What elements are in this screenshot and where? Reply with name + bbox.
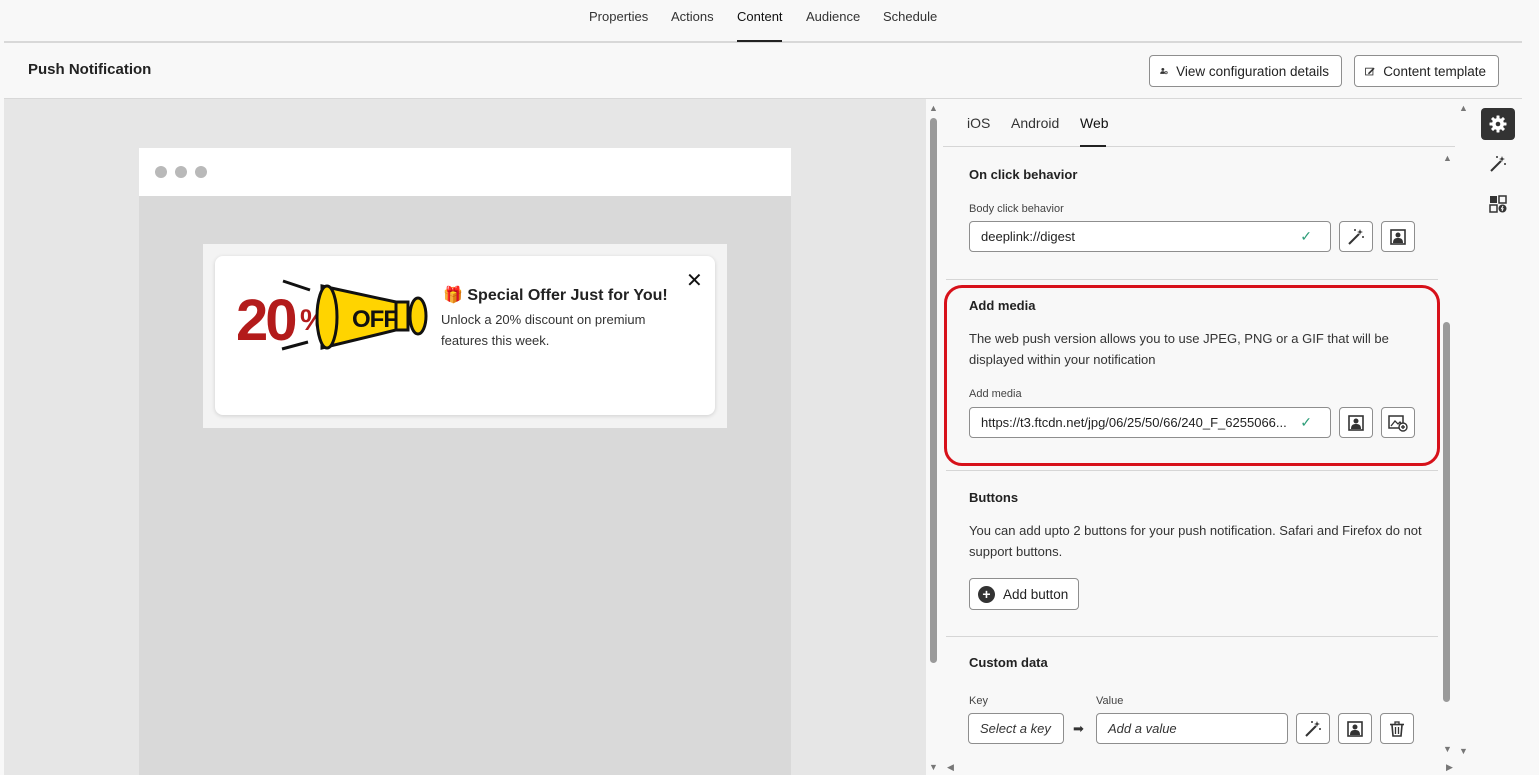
delete-row-button[interactable] xyxy=(1380,713,1414,744)
tab-actions[interactable]: Actions xyxy=(671,9,714,24)
valid-check-icon: ✓ xyxy=(1300,228,1312,244)
preview-scrollbar-thumb[interactable] xyxy=(930,118,937,663)
browser-mockup xyxy=(139,148,791,775)
content-template-button[interactable]: Content template xyxy=(1354,55,1499,87)
edit-template-icon xyxy=(1365,67,1375,76)
fragments-icon xyxy=(1489,195,1507,213)
arrow-right-icon: ➡ xyxy=(1073,721,1084,736)
window-dot-icon xyxy=(155,166,167,178)
scroll-left-icon[interactable]: ◀ xyxy=(947,762,954,773)
scroll-up-icon[interactable]: ▲ xyxy=(1443,153,1452,163)
scroll-down-icon[interactable]: ▼ xyxy=(1443,744,1452,754)
body-click-label: Body click behavior xyxy=(969,203,1064,215)
scroll-up-icon[interactable]: ▲ xyxy=(1459,103,1468,113)
browser-title-bar xyxy=(139,148,791,196)
custom-asset-button[interactable] xyxy=(1338,713,1372,744)
add-media-description: The web push version allows you to use J… xyxy=(969,331,1389,367)
notification-body: Unlock a 20% discount on premium feature… xyxy=(441,312,646,348)
view-configuration-button[interactable]: View configuration details xyxy=(1149,55,1342,87)
add-button[interactable]: + Add button xyxy=(969,578,1079,610)
page-title: Push Notification xyxy=(28,61,152,78)
section-divider xyxy=(946,470,1438,471)
buttons-title: Buttons xyxy=(969,490,1019,505)
body-click-value: deeplink://digest xyxy=(981,229,1075,244)
active-platform-indicator xyxy=(1080,145,1106,147)
user-gear-icon xyxy=(1160,67,1168,75)
view-configuration-label: View configuration details xyxy=(1176,63,1329,79)
magic-wand-icon xyxy=(1305,720,1321,737)
notification-title: 🎁 Special Offer Just for You! xyxy=(443,287,668,304)
window-dot-icon xyxy=(175,166,187,178)
active-tab-indicator xyxy=(737,40,782,42)
tab-schedule[interactable]: Schedule xyxy=(883,9,937,24)
scroll-up-icon[interactable]: ▲ xyxy=(929,103,938,113)
magic-wand-icon xyxy=(1490,156,1506,172)
content-template-label: Content template xyxy=(1383,63,1486,79)
image-add-icon xyxy=(1388,414,1408,432)
tab-content[interactable]: Content xyxy=(737,9,783,24)
tab-android[interactable]: Android xyxy=(1011,115,1059,131)
key-label: Key xyxy=(969,695,988,707)
gear-icon xyxy=(1489,115,1507,133)
custom-data-title: Custom data xyxy=(969,655,1048,670)
add-circle-icon: + xyxy=(978,585,995,603)
value-input[interactable]: Add a value xyxy=(1096,713,1288,744)
magic-wand-rail-button[interactable] xyxy=(1487,153,1509,175)
scroll-down-icon[interactable]: ▼ xyxy=(929,762,938,772)
insert-asset-button[interactable] xyxy=(1381,221,1415,252)
discount-megaphone-image: 20 % OFF xyxy=(236,279,428,353)
top-nav: Properties Actions Content Audience Sche… xyxy=(0,0,1539,42)
portrait-icon xyxy=(1390,228,1406,245)
personalize-button[interactable] xyxy=(1339,221,1373,252)
on-click-title: On click behavior xyxy=(969,167,1078,182)
section-divider xyxy=(946,279,1438,280)
add-media-field[interactable]: https://t3.ftcdn.net/jpg/06/25/50/66/240… xyxy=(969,407,1331,438)
add-media-label: Add media xyxy=(969,388,1022,400)
add-image-button[interactable] xyxy=(1381,407,1415,438)
magic-wand-icon xyxy=(1348,228,1364,245)
close-icon[interactable]: ✕ xyxy=(686,268,703,293)
add-media-title: Add media xyxy=(969,298,1036,313)
portrait-icon xyxy=(1348,414,1364,431)
add-media-value: https://t3.ftcdn.net/jpg/06/25/50/66/240… xyxy=(981,415,1287,430)
section-divider xyxy=(946,636,1438,637)
portrait-icon xyxy=(1347,720,1363,737)
tab-ios[interactable]: iOS xyxy=(967,115,990,131)
tab-properties[interactable]: Properties xyxy=(589,9,648,24)
image-text-off: OFF xyxy=(352,306,397,333)
value-label: Value xyxy=(1096,695,1124,707)
image-text-20: 20 xyxy=(236,288,295,353)
scroll-right-icon[interactable]: ▶ xyxy=(1446,762,1453,773)
tab-web[interactable]: Web xyxy=(1080,115,1109,131)
valid-check-icon: ✓ xyxy=(1300,414,1312,430)
platform-tabs-divider xyxy=(943,146,1455,147)
scroll-down-icon[interactable]: ▼ xyxy=(1459,746,1468,756)
tab-audience[interactable]: Audience xyxy=(806,9,860,24)
media-asset-button[interactable] xyxy=(1339,407,1373,438)
key-select[interactable]: Select a key xyxy=(968,713,1064,744)
add-button-label: Add button xyxy=(1003,586,1069,602)
body-click-field[interactable]: deeplink://digest ✓ xyxy=(969,221,1331,252)
fragments-rail-button[interactable] xyxy=(1487,193,1509,215)
window-dot-icon xyxy=(195,166,207,178)
settings-rail-button[interactable] xyxy=(1481,108,1515,140)
custom-personalize-button[interactable] xyxy=(1296,713,1330,744)
trash-icon xyxy=(1390,720,1404,737)
panel-scrollbar-thumb[interactable] xyxy=(1443,322,1450,702)
buttons-description: You can add upto 2 buttons for your push… xyxy=(969,523,1422,559)
